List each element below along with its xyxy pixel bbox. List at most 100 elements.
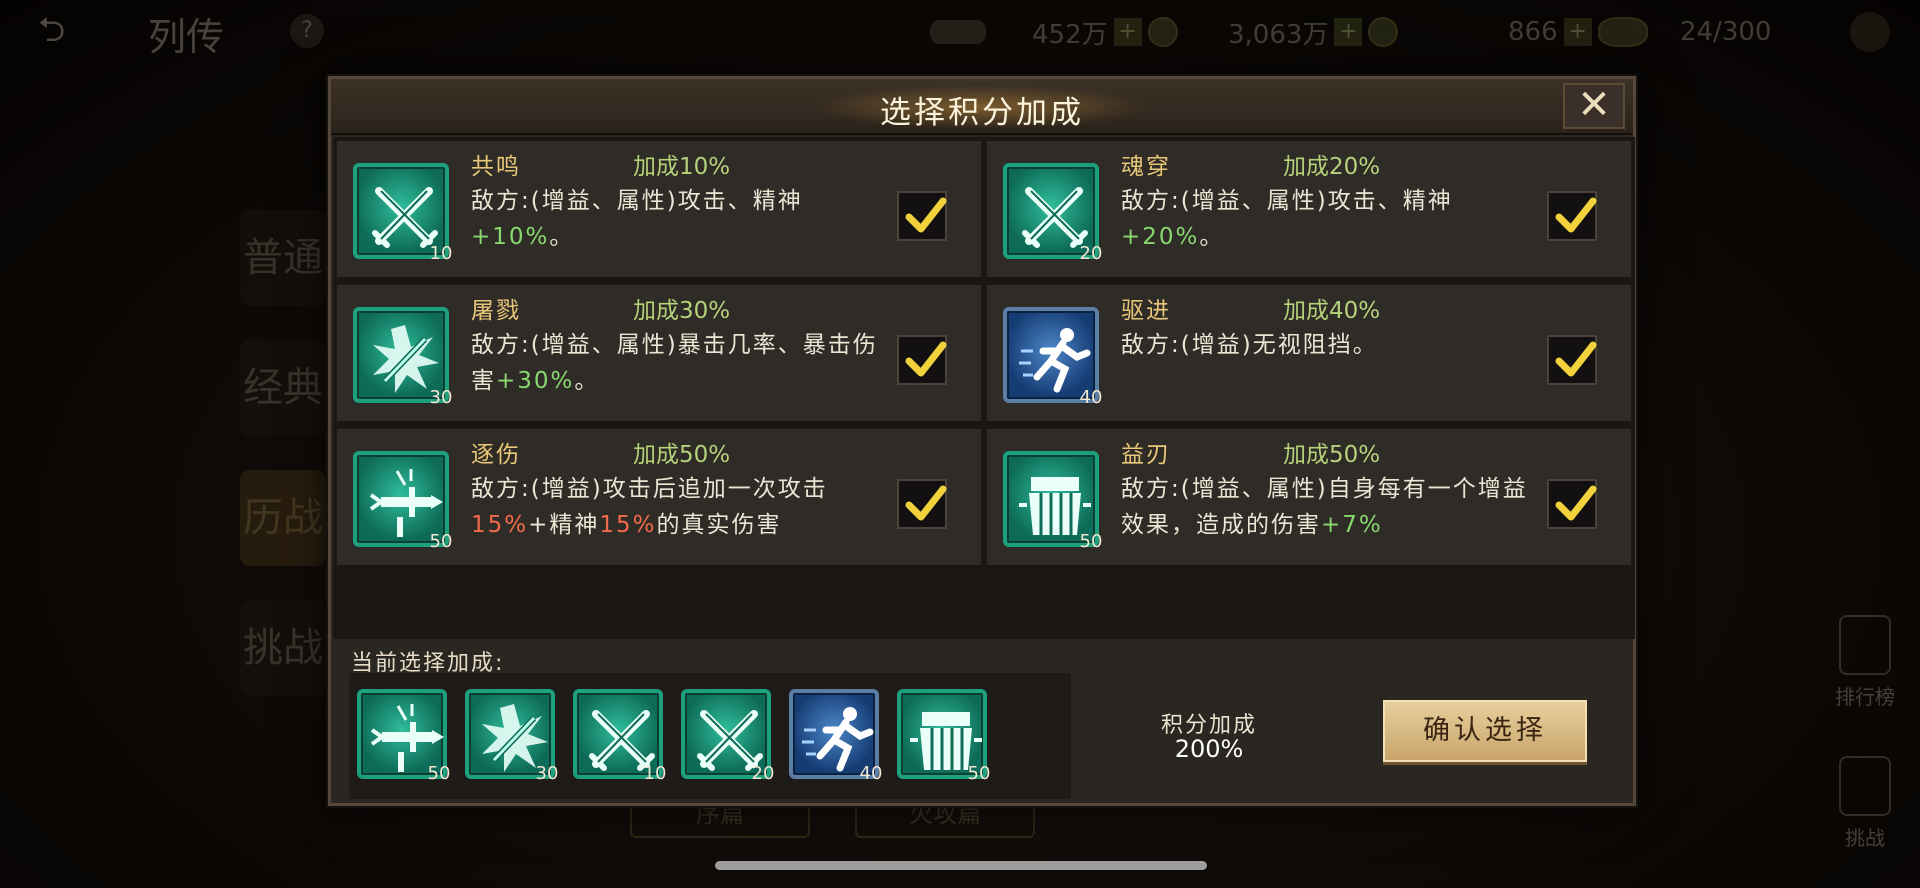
resource-1: 452万 + [930,16,1178,50]
level-badge: 50 [967,763,991,784]
level-badge: 30 [535,763,559,784]
selected-bonus[interactable]: 20 [681,689,774,784]
armor-icon: 50 [897,689,990,784]
checkmark-icon [905,485,947,521]
bonus-card-grid: 10 共鸣 加成10% 敌方:(增益、属性)攻击、精神+10%。 20 魂穿 加… [333,137,1635,639]
close-button[interactable]: ✕ [1563,83,1625,129]
jade-icon [1368,17,1399,47]
bonus-percent: 加成40% [1283,298,1381,324]
level-badge: 30 [429,387,453,408]
bonus-percent: 加成50% [1283,442,1381,468]
bonus-card-advance[interactable]: 40 驱进 加成40% 敌方:(增益)无视阻挡。 [985,283,1633,423]
select-checkbox[interactable] [897,479,947,529]
dagger-icon: 50 [353,451,452,552]
resource-4-value: 24/300 [1680,17,1772,47]
resource-1-value: 452万 [1032,19,1108,50]
bonus-percent: 加成50% [633,442,731,468]
bonus-name: 共鸣 [471,154,521,180]
level-badge: 10 [429,243,453,264]
level-badge: 20 [1079,243,1103,264]
bonus-description: 敌方:(增益)攻击后追加一次攻击15%+精神15%的真实伤害 [471,476,828,538]
dagger-icon: 50 [357,689,450,784]
side-tab-challenge[interactable]: 挑战 [240,600,326,696]
crossed-swords-icon: 10 [353,163,452,264]
screen-title: 列传 [148,15,225,59]
running-man-icon: 40 [1003,307,1102,408]
resource-2-plus-button[interactable]: + [1334,18,1363,46]
score-bonus-value: 200% [1174,735,1244,763]
resource-3-value: 866 [1508,17,1558,47]
menu-icon[interactable] [1850,12,1890,52]
side-tab-history[interactable]: 历战 [240,470,326,566]
resource-3: 866 + [1508,16,1648,48]
bonus-name: 屠戮 [471,298,521,324]
crossed-swords-icon: 20 [1003,163,1102,264]
selected-bonus[interactable]: 30 [465,689,558,784]
resource-1-icon [930,20,986,44]
armor-icon: 50 [1003,451,1102,552]
select-checkbox[interactable] [897,335,947,385]
back-button[interactable]: ⮌ [38,12,118,48]
bonus-card-resonance[interactable]: 10 共鸣 加成10% 敌方:(增益、属性)攻击、精神+10%。 [335,139,983,279]
running-man-icon: 40 [789,689,882,784]
selected-bonus[interactable]: 40 [789,689,882,784]
resource-4: 24/300 [1680,16,1771,48]
help-button[interactable]: ? [290,14,324,48]
side-tab-normal[interactable]: 普通 [240,210,326,306]
checkmark-icon [1555,197,1597,233]
bonus-name: 逐伤 [471,442,521,468]
select-checkbox[interactable] [1547,335,1597,385]
confirm-selection-button[interactable]: 确认选择 [1383,700,1587,762]
burst-blade-icon: 30 [353,307,452,408]
bonus-card-soulpierce[interactable]: 20 魂穿 加成20% 敌方:(增益、属性)攻击、精神+20%。 [985,139,1633,279]
side-tab-list: 普通 经典 历战 挑战 [240,210,330,730]
cloud-icon [1597,17,1648,47]
ranking-icon[interactable] [1839,615,1891,675]
checkmark-icon [1555,485,1597,521]
level-badge: 20 [751,763,775,784]
bonus-description: 敌方:(增益、属性)自身每有一个增益效果，造成的伤害+7% [1121,476,1528,538]
resource-3-plus-button[interactable]: + [1563,18,1592,46]
bonus-card-slaughter[interactable]: 30 屠戮 加成30% 敌方:(增益、属性)暴击几率、暴击伤害+30%。 [335,283,983,423]
resource-2: 3,063万 + [1228,16,1399,50]
top-bar: ⮌ 列传 ? 452万 + 3,063万 + 866 + 24/300 [0,0,1920,62]
bonus-percent: 加成20% [1283,154,1381,180]
bonus-percent: 加成30% [633,298,731,324]
resource-1-plus-button[interactable]: + [1113,18,1142,46]
bonus-name: 魂穿 [1121,154,1171,180]
modal-header: 选择积分加成 ✕ [331,79,1633,135]
ranking-label[interactable]: 排行榜 [1810,681,1920,710]
bonus-description: 敌方:(增益、属性)暴击几率、暴击伤害+30%。 [471,332,878,394]
resource-2-value: 3,063万 [1228,19,1329,50]
bonus-name: 驱进 [1121,298,1171,324]
bonus-description: 敌方:(增益、属性)攻击、精神+10%。 [471,188,803,250]
selected-bonus[interactable]: 50 [357,689,450,784]
right-links: 排行榜 挑战 [1810,615,1920,888]
selected-bonus[interactable]: 10 [573,689,666,784]
select-checkbox[interactable] [1547,479,1597,529]
bonus-description: 敌方:(增益)无视阻挡。 [1121,332,1378,358]
bonus-description: 敌方:(增益、属性)攻击、精神+20%。 [1121,188,1453,250]
modal-title: 选择积分加成 [880,95,1084,131]
bonus-name: 益刃 [1121,442,1171,468]
select-checkbox[interactable] [897,191,947,241]
checkmark-icon [1555,341,1597,377]
challenge-label[interactable]: 挑战 [1810,822,1920,851]
level-badge: 40 [859,763,883,784]
crossed-swords-icon: 20 [681,689,774,784]
select-checkbox[interactable] [1547,191,1597,241]
level-badge: 50 [1079,531,1103,552]
level-badge: 50 [429,531,453,552]
home-indicator[interactable] [715,861,1207,870]
selected-bonus[interactable]: 50 [897,689,990,784]
selected-bonus-tray: 50 30 10 20 40 50 [349,673,1071,799]
coin-icon [1147,17,1178,47]
level-badge: 50 [427,763,451,784]
checkmark-icon [905,197,947,233]
bonus-card-chase[interactable]: 50 逐伤 加成50% 敌方:(增益)攻击后追加一次攻击15%+精神15%的真实… [335,427,983,567]
burst-blade-icon: 30 [465,689,558,784]
side-tab-classic[interactable]: 经典 [240,340,326,436]
bonus-card-blade[interactable]: 50 益刃 加成50% 敌方:(增益、属性)自身每有一个增益效果，造成的伤害+7… [985,427,1633,567]
challenge-icon[interactable] [1839,756,1891,816]
bonus-select-modal: 选择积分加成 ✕ 10 共鸣 加成10% 敌方:(增益、属性)攻击、精神+10%… [328,76,1636,806]
